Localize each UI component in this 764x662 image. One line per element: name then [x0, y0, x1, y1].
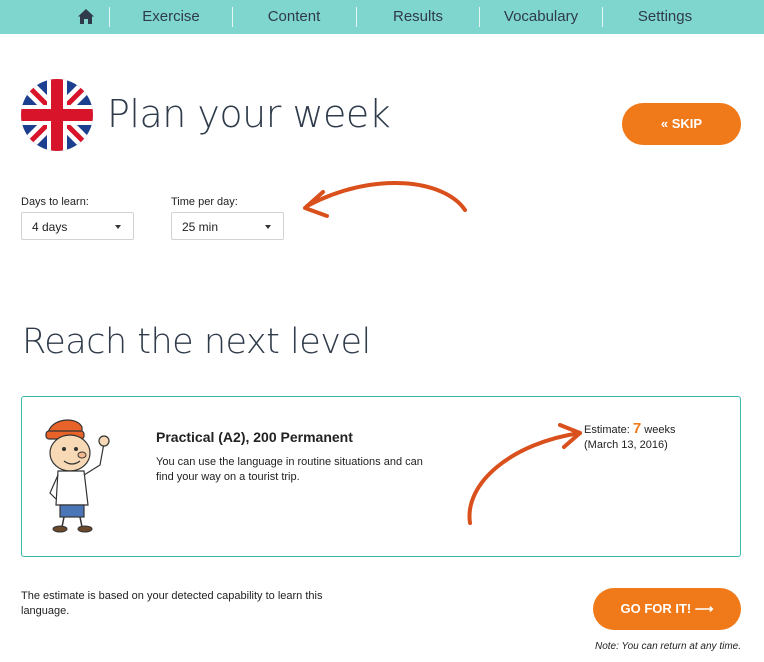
days-label: Days to learn:	[21, 196, 89, 208]
level-description: You can use the language in routine situ…	[156, 456, 423, 483]
estimate: Estimate: 7 weeks (March 13, 2016)	[584, 421, 676, 453]
estimate-info: The estimate is based on your detected c…	[21, 590, 323, 617]
go-for-it-button[interactable]: GO FOR IT! ⟶	[593, 588, 741, 630]
section-heading: Reach the next level	[22, 322, 371, 362]
home-icon[interactable]	[77, 8, 95, 26]
skip-button[interactable]: « SKIP	[622, 103, 741, 145]
mascot-illustration	[45, 419, 110, 533]
time-select-value: 25 min	[182, 220, 219, 234]
time-select[interactable]: 25 min	[171, 212, 284, 240]
uk-flag-icon	[21, 79, 93, 151]
nav-settings[interactable]: Settings	[603, 0, 727, 34]
time-label: Time per day:	[171, 196, 238, 208]
nav-vocabulary[interactable]: Vocabulary	[480, 0, 602, 34]
level-title: Practical (A2), 200 Permanent	[156, 429, 353, 445]
return-note: Note: You can return at any time.	[594, 641, 741, 652]
page-title: Plan your week	[107, 92, 391, 136]
caret-down-icon	[115, 225, 121, 229]
estimate-suffix: weeks	[641, 424, 676, 436]
days-select-value: 4 days	[32, 220, 68, 234]
level-card: Practical (A2), 200 Permanent You can us…	[21, 396, 741, 557]
top-navbar: Exercise Content Results Vocabulary Sett…	[0, 0, 764, 34]
nav-results[interactable]: Results	[357, 0, 479, 34]
estimate-date: (March 13, 2016)	[584, 439, 668, 451]
estimate-number: 7	[632, 420, 642, 437]
curved-arrow-icon	[467, 423, 582, 525]
curved-arrow-icon	[303, 181, 467, 218]
estimate-prefix: Estimate:	[584, 424, 633, 436]
nav-exercise[interactable]: Exercise	[110, 0, 232, 34]
nav-content[interactable]: Content	[233, 0, 355, 34]
caret-down-icon	[265, 225, 271, 229]
days-select[interactable]: 4 days	[21, 212, 134, 240]
